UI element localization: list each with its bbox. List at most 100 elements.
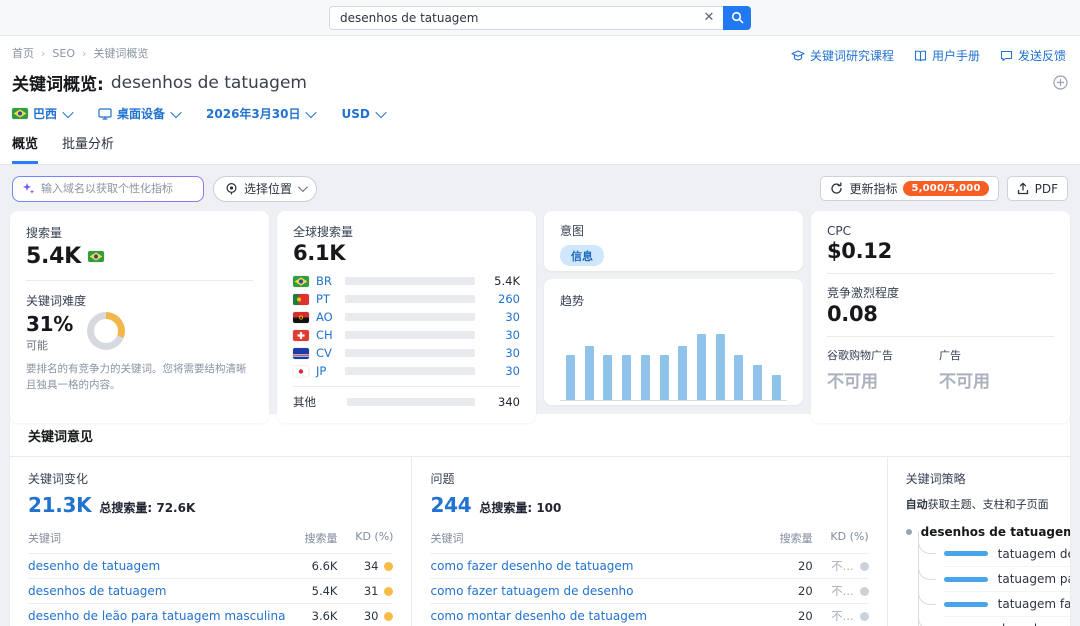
country-volume-bar bbox=[345, 349, 475, 357]
strategy-subtopic[interactable]: desenhos pequenos para tatuagem bbox=[917, 607, 1070, 626]
difficulty-donut-chart bbox=[86, 312, 125, 350]
breadcrumb-separator: › bbox=[41, 46, 46, 60]
trend-bar bbox=[640, 354, 650, 400]
trend-bar-chart bbox=[560, 315, 787, 401]
keyword-search-input[interactable] bbox=[329, 5, 723, 30]
country-volume-bar bbox=[345, 313, 475, 321]
ads-label: 广告 bbox=[939, 349, 961, 362]
trend-label: 趋势 bbox=[560, 294, 585, 308]
keyword-link[interactable]: como montar desenho de tatuagem bbox=[430, 609, 768, 623]
header-links: 关键词研究课程 用户手册 发送反馈 bbox=[791, 47, 1066, 64]
keyword-difficulty-label: 关键词难度 bbox=[26, 294, 87, 308]
strategy-subtopic[interactable]: tatuagem para desenho bbox=[917, 557, 1070, 591]
country-volume-value[interactable]: 260 bbox=[482, 292, 520, 306]
refresh-metrics-button[interactable]: 更新指标 5,000/5,000 bbox=[820, 176, 999, 201]
other-countries-row: 其他 340 bbox=[293, 393, 520, 411]
kd-dot-icon bbox=[859, 561, 869, 571]
keyword-link[interactable]: desenhos de tatuagem bbox=[28, 584, 293, 598]
country-volume-value[interactable]: 30 bbox=[482, 364, 520, 378]
keyword-difficulty-description: 要排名的有竞争力的关键词。您将需要结构清晰且独具一格的内容。 bbox=[26, 363, 247, 392]
keyword-difficulty-level: 可能 bbox=[26, 339, 48, 352]
research-course-link[interactable]: 关键词研究课程 bbox=[791, 47, 894, 64]
kd-dot-icon bbox=[384, 586, 394, 596]
breadcrumb-seo[interactable]: SEO bbox=[52, 47, 75, 60]
select-location-button[interactable]: 选择位置 bbox=[213, 175, 318, 202]
country-code[interactable]: JP bbox=[316, 364, 338, 378]
tab-overview[interactable]: 概览 bbox=[12, 133, 39, 164]
country-volume-value[interactable]: 30 bbox=[482, 310, 520, 324]
currency-filter[interactable]: USD bbox=[341, 106, 387, 121]
intent-badge[interactable]: 信息 bbox=[560, 245, 604, 266]
trend-bar bbox=[697, 333, 707, 400]
device-filter-label: 桌面设备 bbox=[117, 107, 166, 121]
search-button[interactable] bbox=[723, 5, 751, 30]
country-code[interactable]: CH bbox=[316, 328, 338, 342]
country-volume-value[interactable]: 30 bbox=[482, 346, 520, 360]
keyword-strategy-column: 关键词策略 自动获取主题、支柱和子页面 desenhos de tatuagem… bbox=[886, 457, 1070, 626]
table-row: desenhos de tatuagem 5.4K 31 bbox=[28, 578, 394, 603]
global-volume-card: 全球搜索量 6.1K BR 5.4K PT 260 AO 30 CH 30 CV 30 JP 30 其… bbox=[277, 211, 536, 423]
strategy-subtopic[interactable]: tatuagem desenho facil bbox=[917, 531, 1070, 566]
export-pdf-button[interactable]: PDF bbox=[1006, 176, 1068, 201]
country-filter-label: 巴西 bbox=[33, 107, 58, 121]
country-code[interactable]: BR bbox=[316, 274, 338, 288]
strategy-label: 关键词策略 bbox=[905, 472, 966, 486]
keyword-link[interactable]: desenho de tatuagem bbox=[28, 559, 293, 573]
location-icon bbox=[226, 182, 237, 195]
strategy-subtitle: 自动获取主题、支柱和子页面 bbox=[905, 498, 1049, 511]
country-volume-value[interactable]: 30 bbox=[482, 328, 520, 342]
keyword-difficulty-value: 31% bbox=[26, 312, 73, 336]
competition-value: 0.08 bbox=[827, 302, 878, 326]
user-manual-label: 用户手册 bbox=[931, 49, 980, 63]
keyword-link[interactable]: como fazer tatuagem de desenho bbox=[430, 584, 768, 598]
title-keyword: desenhos de tatuagem bbox=[110, 72, 307, 93]
kd-dot-icon bbox=[384, 561, 394, 571]
strategy-subtopic[interactable]: tatuagem facil bbox=[917, 582, 1070, 616]
brazil-flag-icon bbox=[87, 251, 104, 262]
keyword-link[interactable]: como fazer desenho de tatuagem bbox=[430, 559, 768, 573]
ch-flag-icon bbox=[293, 329, 309, 341]
table-row: desenho de tatuagem 6.6K 34 bbox=[28, 553, 394, 578]
country-filter[interactable]: 巴西 bbox=[12, 105, 74, 122]
breadcrumb-separator: › bbox=[82, 46, 87, 60]
keyword-variations-column: 关键词变化 21.3K 总搜索量: 72.6K 关键词 搜索量 KD (%) d… bbox=[10, 457, 411, 626]
filters-row: 巴西 桌面设备 2026年3月30日 USD bbox=[12, 105, 1068, 122]
variations-count[interactable]: 21.3K bbox=[28, 493, 92, 517]
kd-cell: 不... bbox=[813, 583, 869, 599]
date-filter[interactable]: 2026年3月30日 bbox=[206, 105, 318, 122]
country-code[interactable]: CV bbox=[316, 346, 338, 360]
chevron-down-icon bbox=[297, 182, 308, 193]
currency-filter-label: USD bbox=[341, 106, 370, 121]
questions-count[interactable]: 244 bbox=[430, 493, 471, 517]
user-manual-link[interactable]: 用户手册 bbox=[914, 47, 980, 64]
breadcrumb-current: 关键词概览 bbox=[93, 47, 149, 60]
metric-cards: 搜索量 5.4K 关键词难度 31% 可能 要排名的有竞争力的关键词。您将需要结… bbox=[10, 211, 1070, 423]
global-volume-value: 6.1K bbox=[293, 241, 346, 265]
tab-bulk-analysis[interactable]: 批量分析 bbox=[62, 133, 114, 164]
country-code[interactable]: AO bbox=[316, 310, 338, 324]
search-volume-card: 搜索量 5.4K 关键词难度 31% 可能 要排名的有竞争力的关键词。您将需要结… bbox=[10, 211, 269, 423]
country-code[interactable]: PT bbox=[316, 292, 338, 306]
country-volume-bar bbox=[345, 331, 475, 339]
keyword-ideas-section: 关键词意见 关键词变化 21.3K 总搜索量: 72.6K 关键词 搜索量 KD… bbox=[10, 414, 1070, 626]
country-volume-row: CV 30 bbox=[293, 344, 520, 362]
trend-bar bbox=[659, 354, 669, 400]
questions-label: 问题 bbox=[430, 472, 455, 486]
volume-cell: 5.4K bbox=[311, 584, 338, 598]
strategy-tree: tatuagem desenho facil tatuagem para dese… bbox=[917, 531, 1070, 626]
device-filter[interactable]: 桌面设备 bbox=[98, 105, 182, 122]
clear-search-icon[interactable]: ✕ bbox=[701, 10, 717, 26]
add-to-list-icon[interactable] bbox=[1053, 75, 1068, 90]
kd-cell: 不... bbox=[813, 558, 869, 574]
send-feedback-link[interactable]: 发送反馈 bbox=[1000, 47, 1066, 64]
subtopic-label: desenhos pequenos para tatuagem bbox=[998, 622, 1070, 626]
br-flag-icon bbox=[293, 275, 309, 287]
breadcrumb-home[interactable]: 首页 bbox=[12, 45, 34, 61]
dashboard: 选择位置 更新指标 5,000/5,000 PDF 搜索量 bbox=[0, 165, 1080, 626]
country-volume-row: BR 5.4K bbox=[293, 272, 520, 290]
domain-personalization-field[interactable] bbox=[12, 176, 204, 202]
domain-input[interactable] bbox=[41, 182, 194, 195]
refresh-metrics-label: 更新指标 bbox=[849, 182, 898, 196]
subtopic-label: tatuagem desenho facil bbox=[997, 546, 1070, 561]
keyword-link[interactable]: desenho de leão para tatuagem masculina bbox=[28, 609, 293, 623]
